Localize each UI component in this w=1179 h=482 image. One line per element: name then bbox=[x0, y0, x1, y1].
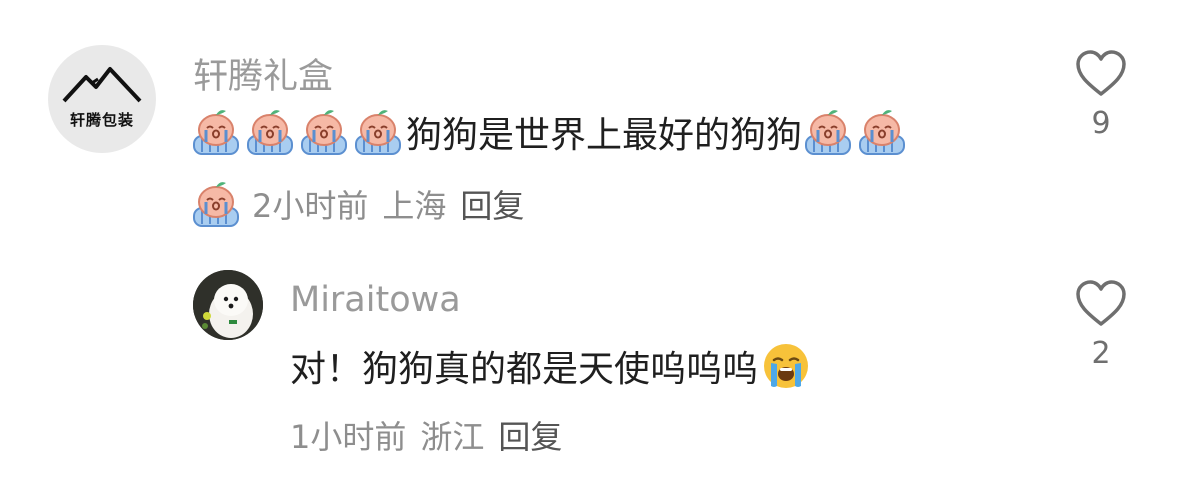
loudly-crying-face-icon bbox=[762, 342, 810, 390]
heart-icon bbox=[1076, 50, 1126, 96]
white-dog-photo-icon bbox=[193, 270, 263, 340]
crying-peach-sticker-icon bbox=[298, 106, 350, 158]
like-count: 2 bbox=[1091, 336, 1111, 371]
crying-peach-sticker-icon bbox=[856, 106, 908, 158]
like-count: 9 bbox=[1091, 106, 1111, 141]
timestamp: 2小时前 bbox=[252, 187, 369, 225]
location: 浙江 bbox=[420, 418, 485, 456]
comment-meta: 1小时前 浙江 回复 bbox=[290, 412, 576, 458]
crying-peach-sticker-icon bbox=[802, 106, 854, 158]
location: 上海 bbox=[382, 187, 447, 225]
username[interactable]: Miraitowa bbox=[290, 280, 461, 320]
heart-icon bbox=[1076, 280, 1126, 326]
crying-peach-sticker-icon bbox=[244, 106, 296, 158]
avatar[interactable] bbox=[193, 270, 263, 340]
reply-button[interactable]: 回复 bbox=[498, 412, 562, 458]
username[interactable]: 轩腾礼盒 bbox=[193, 48, 333, 99]
comment-meta: 2小时前 上海 回复 bbox=[190, 178, 538, 230]
avatar-brand-text: 轩腾包装 bbox=[69, 111, 134, 129]
comment-text: 对！狗狗真的都是天使呜呜呜 bbox=[290, 340, 810, 392]
comment-text: 狗狗是世界上最好的狗狗 bbox=[190, 106, 910, 158]
crying-peach-sticker-icon bbox=[352, 106, 404, 158]
avatar[interactable]: 轩腾包装 bbox=[48, 45, 156, 153]
comment-body: 狗狗是世界上最好的狗狗 bbox=[406, 115, 803, 156]
reply-button[interactable]: 回复 bbox=[460, 181, 524, 227]
crying-peach-sticker-icon bbox=[190, 106, 242, 158]
mountain-logo-icon bbox=[62, 67, 142, 103]
crying-peach-sticker-icon bbox=[190, 178, 242, 230]
timestamp: 1小时前 bbox=[290, 418, 407, 456]
comment-body: 对！狗狗真的都是天使呜呜呜 bbox=[290, 349, 759, 390]
like-button[interactable]: 2 bbox=[1071, 280, 1131, 371]
like-button[interactable]: 9 bbox=[1071, 50, 1131, 141]
